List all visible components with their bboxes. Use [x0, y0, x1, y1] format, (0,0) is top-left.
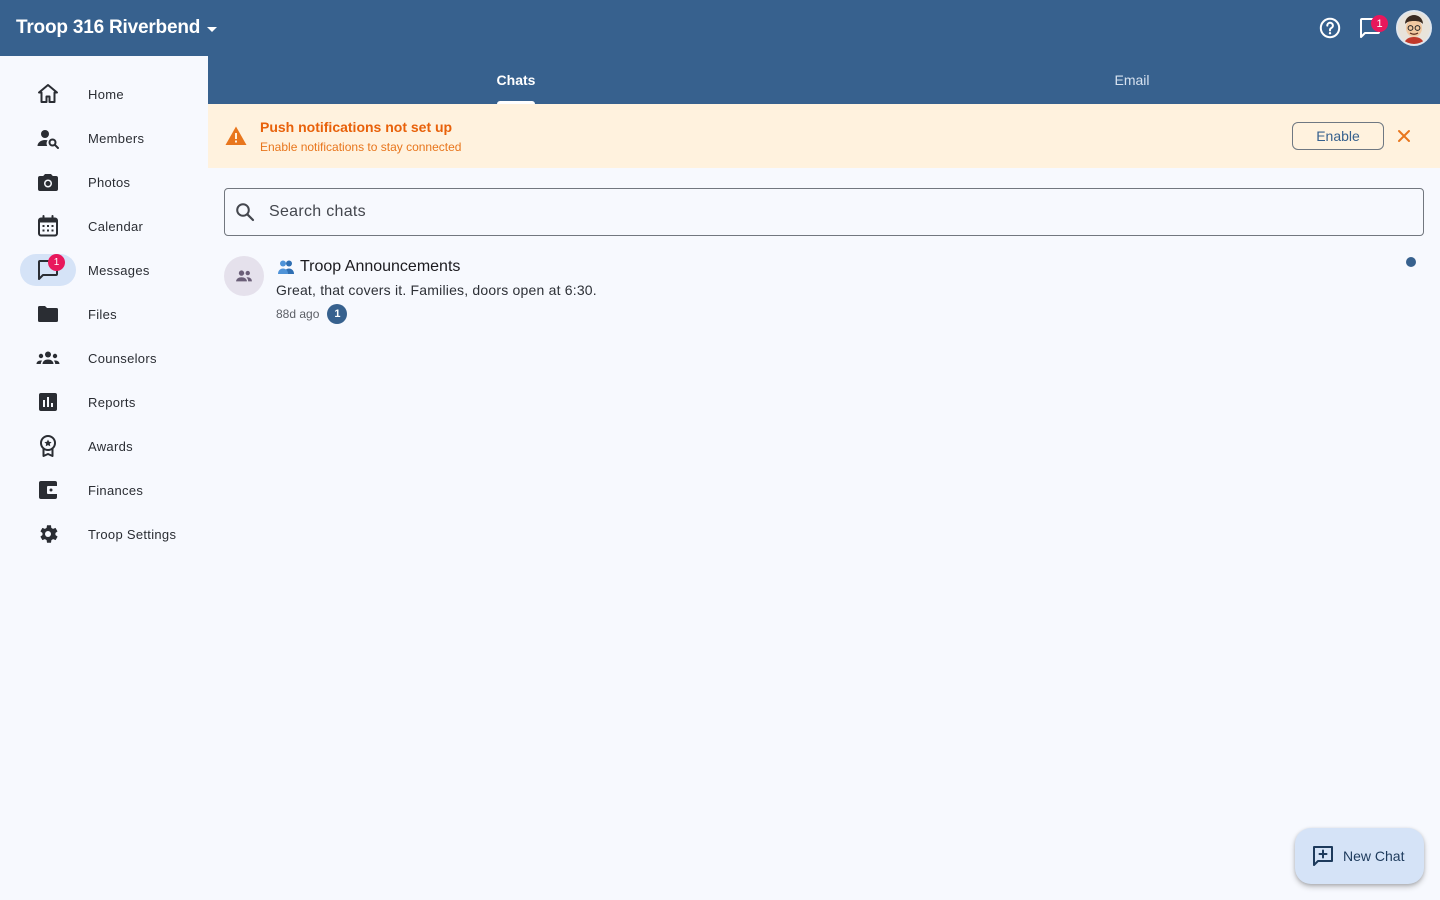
person-search-icon — [37, 130, 59, 149]
messages-button[interactable]: 1 — [1350, 8, 1390, 48]
sidebar-icon-wrap — [20, 430, 76, 462]
sidebar-icon-wrap: 1 — [20, 254, 76, 286]
help-icon — [1319, 17, 1341, 39]
sidebar-icon-wrap — [20, 210, 76, 242]
sidebar-icon-wrap — [20, 386, 76, 418]
sidebar-icon-wrap — [20, 166, 76, 198]
tab-email[interactable]: Email — [824, 56, 1440, 104]
chevron-down-icon — [207, 26, 218, 32]
troop-name: Troop 316 Riverbend — [16, 17, 201, 38]
dismiss-banner-button[interactable] — [1392, 126, 1416, 146]
chat-title: Troop Announcements — [300, 258, 461, 275]
banner-subtitle: Enable notifications to stay connected — [260, 139, 462, 154]
messages-badge: 1 — [48, 254, 65, 271]
troop-switcher[interactable]: Troop 316 Riverbend — [16, 17, 218, 39]
folder-icon — [38, 306, 58, 322]
banner-title: Push notifications not set up — [260, 118, 453, 135]
search-field — [224, 188, 1424, 236]
sidebar-item-files[interactable]: Files — [20, 298, 200, 330]
sidebar-icon-wrap — [20, 122, 76, 154]
push-notification-banner: Push notifications not set up Enable not… — [208, 104, 1440, 168]
people-emoji-icon — [278, 260, 294, 274]
home-icon — [38, 84, 58, 103]
sidebar-item-messages[interactable]: 1 Messages — [20, 254, 200, 286]
tab-bar: Chats Email — [208, 56, 1440, 104]
enable-notifications-button[interactable]: Enable — [1292, 122, 1384, 150]
chat-meta: 88d ago 1 — [276, 304, 348, 324]
user-avatar-icon — [1398, 12, 1430, 44]
chat-list-item[interactable]: Troop Announcements Great, that covers i… — [224, 248, 1424, 332]
sidebar-item-label: Awards — [88, 438, 133, 454]
sidebar-item-label: Members — [88, 130, 145, 146]
sidebar-item-label: Messages — [88, 262, 150, 278]
avatar[interactable] — [1396, 10, 1432, 46]
group-icon — [236, 270, 252, 282]
sidebar-icon-wrap — [20, 298, 76, 330]
sidebar-icon-wrap — [20, 474, 76, 506]
top-app-bar: Troop 316 Riverbend 1 — [0, 0, 1440, 56]
sidebar-item-members[interactable]: Members — [20, 122, 200, 154]
sidebar-icon-wrap — [20, 342, 76, 374]
chat-title-row: Troop Announcements — [276, 258, 460, 276]
sidebar-item-calendar[interactable]: Calendar — [20, 210, 200, 242]
new-chat-button[interactable]: New Chat — [1295, 828, 1424, 884]
notification-badge: 1 — [1371, 15, 1388, 32]
add-chat-icon — [1313, 846, 1333, 866]
groups-icon — [36, 351, 60, 364]
tab-label: Chats — [496, 72, 536, 88]
sidebar-icon-wrap — [20, 518, 76, 550]
sidebar-item-label: Files — [88, 306, 117, 322]
sidebar: Home Members Photos Calendar 1 Messages … — [0, 56, 208, 900]
tab-label: Email — [1114, 72, 1150, 88]
sidebar-item-label: Counselors — [88, 350, 157, 366]
sidebar-item-label: Troop Settings — [88, 526, 177, 542]
new-chat-label: New Chat — [1343, 848, 1405, 864]
close-icon — [1398, 130, 1410, 142]
sidebar-item-label: Finances — [88, 482, 144, 498]
sidebar-item-label: Calendar — [88, 218, 144, 234]
sidebar-item-finances[interactable]: Finances — [20, 474, 200, 506]
camera-icon — [38, 174, 58, 191]
search-icon — [236, 203, 255, 222]
search-input[interactable] — [269, 203, 1369, 221]
sidebar-item-reports[interactable]: Reports — [20, 386, 200, 418]
sidebar-icon-wrap — [20, 78, 76, 110]
wallet-icon — [39, 481, 58, 499]
banner-text: Push notifications not set up Enable not… — [260, 119, 461, 154]
bar-chart-icon — [39, 393, 57, 411]
group-avatar — [224, 256, 264, 296]
chat-timestamp: 88d ago — [276, 307, 320, 321]
sidebar-item-home[interactable]: Home — [20, 78, 200, 110]
sidebar-item-photos[interactable]: Photos — [20, 166, 200, 198]
sidebar-item-awards[interactable]: Awards — [20, 430, 200, 462]
unread-count-badge: 1 — [327, 304, 348, 324]
calendar-icon — [38, 215, 58, 237]
unread-indicator — [1406, 257, 1416, 267]
tab-chats[interactable]: Chats — [208, 56, 824, 104]
sidebar-item-counselors[interactable]: Counselors — [20, 342, 200, 374]
award-icon — [40, 435, 56, 457]
gear-icon — [40, 525, 58, 543]
chat-preview: Great, that covers it. Families, doors o… — [276, 282, 597, 298]
top-actions: 1 — [1310, 0, 1432, 56]
sidebar-item-label: Reports — [88, 394, 136, 410]
warning-icon — [225, 126, 247, 145]
help-button[interactable] — [1310, 8, 1350, 48]
sidebar-item-label: Home — [88, 86, 124, 102]
sidebar-item-troop-settings[interactable]: Troop Settings — [20, 518, 200, 550]
sidebar-item-label: Photos — [88, 174, 131, 190]
